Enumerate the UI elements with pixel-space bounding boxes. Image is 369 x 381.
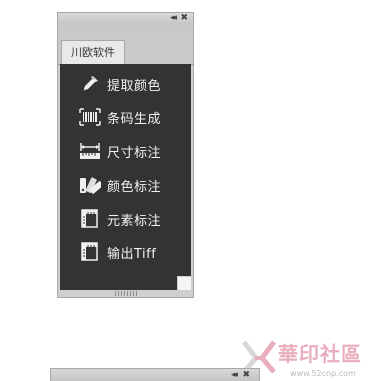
panel-titlebar[interactable]: ◂◂ ✖ <box>58 13 193 25</box>
element-frame-icon <box>79 208 101 230</box>
menu-item-extract-color[interactable]: 提取颜色 <box>79 71 189 97</box>
menu-label: 提取颜色 <box>107 78 162 94</box>
screenshot: ◂◂ ✖ 川欧软件 提取颜色 条码生成 尺寸标注 颜色标注 元素标注 输出Tif… <box>0 0 369 381</box>
menu-item-dimension-label[interactable]: 尺寸标注 <box>79 138 189 164</box>
resize-corner[interactable] <box>177 276 191 290</box>
color-swatches-icon <box>79 174 101 196</box>
menu-label: 输出Tiff <box>107 246 157 262</box>
tiff-frame-icon <box>79 241 101 263</box>
ruler-icon <box>79 140 101 162</box>
menu-item-barcode[interactable]: 条码生成 <box>79 104 189 130</box>
plugin-panel: ◂◂ ✖ 川欧软件 提取颜色 条码生成 尺寸标注 颜色标注 元素标注 输出Tif… <box>57 12 194 298</box>
close-icon[interactable]: ✖ <box>180 12 188 24</box>
tab-chuanou-software[interactable]: 川欧软件 <box>61 40 125 64</box>
resize-grip-icon[interactable] <box>114 291 137 296</box>
collapse-icon[interactable]: ◂◂ <box>231 369 238 381</box>
menu-label: 元素标注 <box>107 213 162 229</box>
panel-content: 提取颜色 条码生成 尺寸标注 颜色标注 元素标注 输出Tiff <box>60 64 191 290</box>
barcode-icon <box>79 106 101 128</box>
collapsed-panel-bar[interactable]: ◂◂ ✖ <box>50 368 260 381</box>
watermark-url: www.52cnp.com <box>290 369 356 378</box>
eyedropper-icon <box>79 73 101 95</box>
menu-label: 颜色标注 <box>107 179 162 195</box>
collapse-icon[interactable]: ◂◂ <box>170 12 177 24</box>
menu-item-export-tiff[interactable]: 输出Tiff <box>79 239 189 265</box>
menu-item-color-label[interactable]: 颜色标注 <box>79 172 189 198</box>
menu-label: 条码生成 <box>107 111 162 127</box>
watermark-title: 華印社區 <box>278 342 362 366</box>
menu-item-element-label[interactable]: 元素标注 <box>79 206 189 232</box>
close-icon[interactable]: ✖ <box>242 369 250 381</box>
menu-label: 尺寸标注 <box>107 145 162 161</box>
tab-bar: 川欧软件 <box>58 25 193 65</box>
